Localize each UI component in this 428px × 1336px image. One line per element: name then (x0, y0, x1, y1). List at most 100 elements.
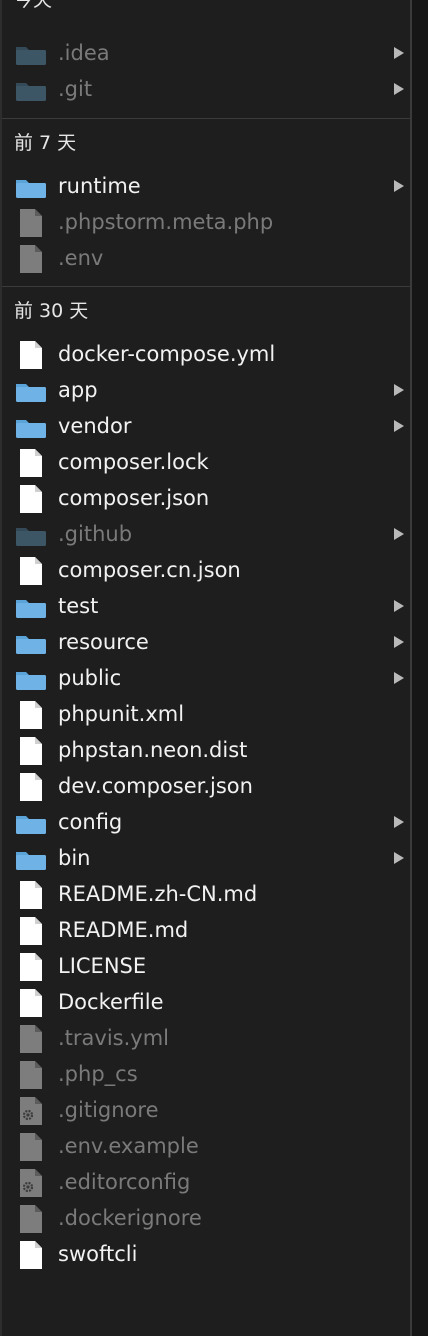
item-label: .dockerignore (58, 1206, 202, 1230)
item-label: swoftcli (58, 1242, 138, 1266)
item-label: .idea (58, 41, 110, 65)
folder-icon (15, 168, 47, 204)
document-icon (15, 984, 47, 1020)
disclosure-triangle-icon[interactable] (394, 47, 404, 59)
list-item-dot-phpstorm-meta-php[interactable]: .phpstorm.meta.php (2, 204, 410, 240)
list-item-dot-gitignore[interactable]: .gitignore (2, 1092, 410, 1128)
item-label: composer.cn.json (58, 558, 241, 582)
document-icon (15, 948, 47, 984)
list-item-composer-lock[interactable]: composer.lock (2, 444, 410, 480)
list-item-swoftcli[interactable]: swoftcli (2, 1236, 410, 1272)
section-header-previous-30-days: 前 30 天 (14, 300, 89, 322)
list-item-docker-compose-yml[interactable]: docker-compose.yml (2, 336, 410, 372)
folder-icon (15, 372, 47, 408)
list-item-composer-json[interactable]: composer.json (2, 480, 410, 516)
list-item-dot-editorconfig[interactable]: .editorconfig (2, 1164, 410, 1200)
folder-icon (15, 71, 47, 107)
disclosure-triangle-icon[interactable] (394, 83, 404, 95)
item-label: LICENSE (58, 954, 147, 978)
document-icon (15, 444, 47, 480)
list-item-dot-php-cs[interactable]: .php_cs (2, 1056, 410, 1092)
disclosure-triangle-icon[interactable] (394, 600, 404, 612)
folder-icon (15, 35, 47, 71)
list-item-phpunit-xml[interactable]: phpunit.xml (2, 696, 410, 732)
finder-column-window: 今天 .idea .git 前 7 天 runtime .phpstorm.meta.ph… (0, 0, 428, 1336)
document-icon (15, 876, 47, 912)
item-label: .env.example (58, 1134, 199, 1158)
item-label: vendor (58, 414, 132, 438)
document-icon (15, 240, 47, 276)
document-icon (15, 1236, 47, 1272)
list-item-test[interactable]: test (2, 588, 410, 624)
item-label: Dockerfile (58, 990, 164, 1014)
document-icon (15, 732, 47, 768)
item-label: bin (58, 846, 91, 870)
item-label: .php_cs (58, 1062, 138, 1086)
list-item-dot-git[interactable]: .git (2, 71, 410, 107)
list-item-dot-env[interactable]: .env (2, 240, 410, 276)
item-label: .travis.yml (58, 1026, 170, 1050)
item-label: config (58, 810, 123, 834)
list-item-public[interactable]: public (2, 660, 410, 696)
list-item-dot-env-example[interactable]: .env.example (2, 1128, 410, 1164)
document-icon (15, 336, 47, 372)
item-label: phpunit.xml (58, 702, 185, 726)
disclosure-triangle-icon[interactable] (394, 672, 404, 684)
document-icon (15, 696, 47, 732)
section-divider (2, 118, 410, 119)
disclosure-triangle-icon[interactable] (394, 852, 404, 864)
list-item-dot-github[interactable]: .github (2, 516, 410, 552)
item-label: .phpstorm.meta.php (58, 210, 274, 234)
list-item-readme-zh-cn-md[interactable]: README.zh-CN.md (2, 876, 410, 912)
item-label: composer.json (58, 486, 210, 510)
gear-document-icon (15, 1092, 47, 1128)
folder-icon (15, 516, 47, 552)
item-label: README.md (58, 918, 189, 942)
document-icon (15, 1128, 47, 1164)
list-item-composer-cn-json[interactable]: composer.cn.json (2, 552, 410, 588)
list-item-config[interactable]: config (2, 804, 410, 840)
file-browser-column[interactable]: 今天 .idea .git 前 7 天 runtime .phpstorm.meta.ph… (2, 0, 410, 1336)
document-icon (15, 912, 47, 948)
disclosure-triangle-icon[interactable] (394, 636, 404, 648)
document-icon (15, 480, 47, 516)
document-icon (15, 1020, 47, 1056)
item-label: .editorconfig (58, 1170, 191, 1194)
list-item-dot-travis-yml[interactable]: .travis.yml (2, 1020, 410, 1056)
item-label: resource (58, 630, 149, 654)
item-label: phpstan.neon.dist (58, 738, 248, 762)
folder-icon (15, 804, 47, 840)
item-label: .gitignore (58, 1098, 159, 1122)
item-label: README.zh-CN.md (58, 882, 258, 906)
list-item-readme-md[interactable]: README.md (2, 912, 410, 948)
folder-icon (15, 408, 47, 444)
folder-icon (15, 660, 47, 696)
list-item-dot-idea[interactable]: .idea (2, 35, 410, 71)
list-item-vendor[interactable]: vendor (2, 408, 410, 444)
list-item-phpstan-neon-dist[interactable]: phpstan.neon.dist (2, 732, 410, 768)
item-label: app (58, 378, 98, 402)
disclosure-triangle-icon[interactable] (394, 528, 404, 540)
gear-document-icon (15, 1164, 47, 1200)
list-item-license[interactable]: LICENSE (2, 948, 410, 984)
item-label: dev.composer.json (58, 774, 253, 798)
list-item-dev-composer-json[interactable]: dev.composer.json (2, 768, 410, 804)
document-icon (15, 552, 47, 588)
list-item-resource[interactable]: resource (2, 624, 410, 660)
list-item-bin[interactable]: bin (2, 840, 410, 876)
disclosure-triangle-icon[interactable] (394, 420, 404, 432)
disclosure-triangle-icon[interactable] (394, 180, 404, 192)
item-label: docker-compose.yml (58, 342, 276, 366)
next-column-gutter (412, 0, 428, 1336)
item-label: public (58, 666, 122, 690)
list-item-dockerfile[interactable]: Dockerfile (2, 984, 410, 1020)
section-header-previous-7-days: 前 7 天 (14, 132, 77, 154)
document-icon (15, 204, 47, 240)
list-item-app[interactable]: app (2, 372, 410, 408)
item-label: .git (58, 77, 93, 101)
list-item-dot-dockerignore[interactable]: .dockerignore (2, 1200, 410, 1236)
list-item-runtime[interactable]: runtime (2, 168, 410, 204)
disclosure-triangle-icon[interactable] (394, 816, 404, 828)
item-label: composer.lock (58, 450, 209, 474)
disclosure-triangle-icon[interactable] (394, 384, 404, 396)
